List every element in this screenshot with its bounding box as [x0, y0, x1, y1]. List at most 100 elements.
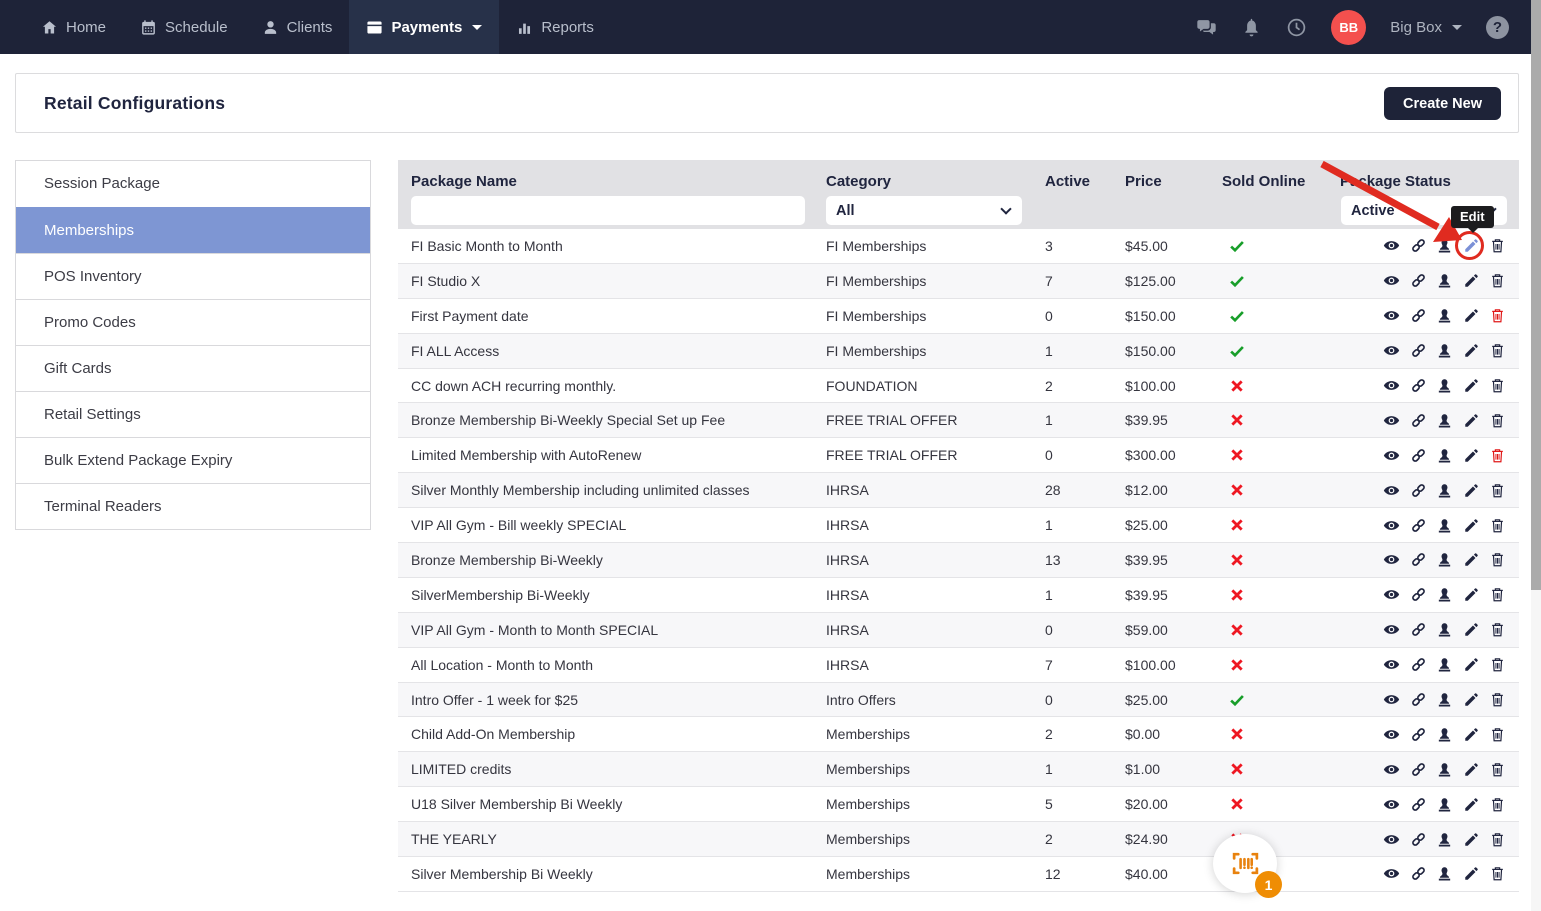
sidebar-item-terminal-readers[interactable]: Terminal Readers — [16, 483, 370, 529]
link-button[interactable] — [1410, 656, 1427, 673]
edit-button[interactable] — [1463, 517, 1480, 534]
scrollbar-thumb[interactable] — [1531, 0, 1541, 590]
stamp-button[interactable] — [1436, 865, 1453, 882]
view-button[interactable] — [1383, 586, 1400, 603]
stamp-button[interactable] — [1436, 586, 1453, 603]
edit-button[interactable] — [1463, 691, 1480, 708]
stamp-button[interactable] — [1436, 761, 1453, 778]
stamp-button[interactable] — [1436, 412, 1453, 429]
sidebar-item-promo-codes[interactable]: Promo Codes — [16, 299, 370, 345]
view-button[interactable] — [1383, 551, 1400, 568]
link-button[interactable] — [1410, 377, 1427, 394]
package-name-filter-input[interactable] — [411, 196, 805, 225]
edit-button[interactable] — [1463, 865, 1480, 882]
view-button[interactable] — [1383, 865, 1400, 882]
view-button[interactable] — [1383, 237, 1400, 254]
stamp-button[interactable] — [1436, 517, 1453, 534]
edit-button[interactable] — [1463, 412, 1480, 429]
link-button[interactable] — [1410, 796, 1427, 813]
edit-button[interactable] — [1463, 377, 1480, 394]
sidebar-item-retail-settings[interactable]: Retail Settings — [16, 391, 370, 437]
stamp-button[interactable] — [1436, 342, 1453, 359]
delete-button[interactable] — [1489, 482, 1506, 499]
user-menu[interactable]: Big Box — [1390, 19, 1462, 36]
link-button[interactable] — [1410, 447, 1427, 464]
sidebar-item-gift-cards[interactable]: Gift Cards — [16, 345, 370, 391]
view-button[interactable] — [1383, 656, 1400, 673]
edit-button[interactable] — [1463, 621, 1480, 638]
stamp-button[interactable] — [1436, 831, 1453, 848]
view-button[interactable] — [1383, 412, 1400, 429]
view-button[interactable] — [1383, 447, 1400, 464]
link-button[interactable] — [1410, 586, 1427, 603]
link-button[interactable] — [1410, 272, 1427, 289]
stamp-button[interactable] — [1436, 482, 1453, 499]
view-button[interactable] — [1383, 517, 1400, 534]
delete-button[interactable] — [1489, 447, 1506, 464]
view-button[interactable] — [1383, 761, 1400, 778]
delete-button[interactable] — [1489, 865, 1506, 882]
link-button[interactable] — [1410, 761, 1427, 778]
nav-item-schedule[interactable]: Schedule — [123, 0, 245, 54]
view-button[interactable] — [1383, 796, 1400, 813]
view-button[interactable] — [1383, 621, 1400, 638]
delete-button[interactable] — [1489, 656, 1506, 673]
link-button[interactable] — [1410, 482, 1427, 499]
category-select[interactable]: All — [826, 196, 1022, 225]
delete-button[interactable] — [1489, 621, 1506, 638]
link-button[interactable] — [1410, 831, 1427, 848]
stamp-button[interactable] — [1436, 551, 1453, 568]
edit-button[interactable] — [1463, 551, 1480, 568]
delete-button[interactable] — [1489, 761, 1506, 778]
stamp-button[interactable] — [1436, 272, 1453, 289]
stamp-button[interactable] — [1436, 656, 1453, 673]
stamp-button[interactable] — [1436, 307, 1453, 324]
link-button[interactable] — [1410, 551, 1427, 568]
delete-button[interactable] — [1489, 377, 1506, 394]
delete-button[interactable] — [1489, 726, 1506, 743]
sidebar-item-bulk-extend-package-expiry[interactable]: Bulk Extend Package Expiry — [16, 437, 370, 483]
stamp-button[interactable] — [1436, 621, 1453, 638]
delete-button[interactable] — [1489, 691, 1506, 708]
nav-item-home[interactable]: Home — [24, 0, 123, 54]
edit-button[interactable] — [1463, 726, 1480, 743]
view-button[interactable] — [1383, 307, 1400, 324]
nav-item-reports[interactable]: Reports — [499, 0, 611, 54]
stamp-button[interactable] — [1436, 796, 1453, 813]
view-button[interactable] — [1383, 691, 1400, 708]
view-button[interactable] — [1383, 342, 1400, 359]
edit-button[interactable] — [1463, 307, 1480, 324]
delete-button[interactable] — [1489, 342, 1506, 359]
view-button[interactable] — [1383, 272, 1400, 289]
edit-button[interactable] — [1463, 237, 1480, 254]
notifications-bell-icon[interactable] — [1241, 17, 1262, 38]
stamp-button[interactable] — [1436, 691, 1453, 708]
nav-item-clients[interactable]: Clients — [245, 0, 350, 54]
edit-button[interactable] — [1463, 586, 1480, 603]
delete-button[interactable] — [1489, 307, 1506, 324]
view-button[interactable] — [1383, 377, 1400, 394]
create-new-button[interactable]: Create New — [1384, 87, 1501, 120]
delete-button[interactable] — [1489, 237, 1506, 254]
link-button[interactable] — [1410, 691, 1427, 708]
avatar[interactable]: BB — [1331, 10, 1366, 45]
edit-button[interactable] — [1463, 447, 1480, 464]
delete-button[interactable] — [1489, 796, 1506, 813]
nav-item-payments[interactable]: Payments — [349, 0, 499, 54]
sidebar-item-pos-inventory[interactable]: POS Inventory — [16, 253, 370, 299]
edit-button[interactable] — [1463, 482, 1480, 499]
edit-button[interactable] — [1463, 656, 1480, 673]
stamp-button[interactable] — [1436, 726, 1453, 743]
view-button[interactable] — [1383, 726, 1400, 743]
edit-button[interactable] — [1463, 342, 1480, 359]
delete-button[interactable] — [1489, 831, 1506, 848]
help-icon[interactable]: ? — [1486, 16, 1509, 39]
delete-button[interactable] — [1489, 517, 1506, 534]
delete-button[interactable] — [1489, 272, 1506, 289]
delete-button[interactable] — [1489, 412, 1506, 429]
link-button[interactable] — [1410, 621, 1427, 638]
stamp-button[interactable] — [1436, 377, 1453, 394]
stamp-button[interactable] — [1436, 237, 1453, 254]
link-button[interactable] — [1410, 726, 1427, 743]
scan-widget-badge[interactable]: 1 — [1255, 871, 1282, 898]
